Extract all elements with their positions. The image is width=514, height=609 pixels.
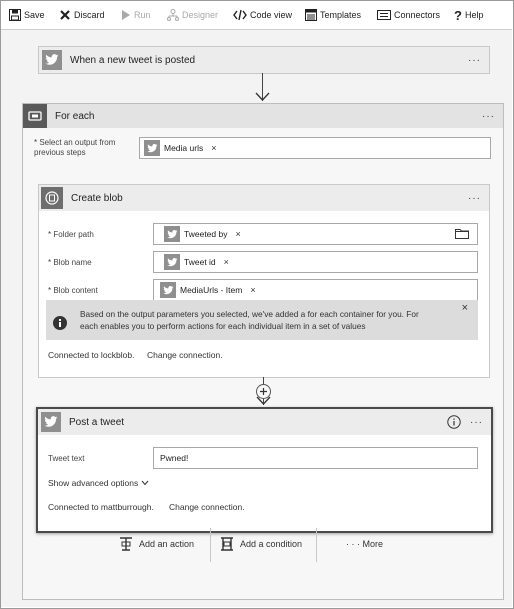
info-close-button[interactable]: × bbox=[462, 302, 468, 314]
show-advanced-label: Show advanced options bbox=[48, 478, 139, 488]
code-icon bbox=[233, 9, 247, 21]
foreach-title: For each bbox=[55, 110, 95, 122]
code-view-label: Code view bbox=[250, 10, 293, 20]
templates-label: Templates bbox=[320, 10, 362, 20]
discard-button[interactable]: Discard bbox=[59, 8, 105, 22]
toolbar: Save Discard Run Designer Code view Temp… bbox=[1, 1, 512, 30]
tweet-connection-text: Connected to mattburrough. bbox=[48, 502, 154, 512]
blob-name-label: * Blob name bbox=[48, 258, 92, 267]
blob-storage-icon bbox=[41, 187, 63, 209]
twitter-icon bbox=[164, 254, 180, 270]
more-button[interactable]: · · · More bbox=[346, 535, 383, 553]
divider bbox=[316, 528, 317, 562]
twitter-icon bbox=[160, 282, 176, 298]
save-icon bbox=[9, 9, 21, 21]
templates-button[interactable]: Templates bbox=[305, 8, 361, 22]
remove-token-button[interactable]: × bbox=[250, 285, 255, 295]
mediaurls-item-label: MediaUrls - Item bbox=[180, 285, 243, 295]
discard-label: Discard bbox=[74, 10, 105, 20]
more-label: · · · More bbox=[346, 539, 383, 549]
blob-name-field[interactable]: Tweet id × bbox=[153, 251, 478, 273]
blob-content-label: * Blob content bbox=[48, 286, 98, 295]
select-output-label: * Select an output from previous steps bbox=[34, 138, 116, 157]
mediaurls-item-token[interactable]: MediaUrls - Item × bbox=[160, 282, 256, 298]
tweet-text-value: Pwned! bbox=[160, 453, 189, 463]
post-tweet-card[interactable]: Post a tweet ··· bbox=[36, 407, 493, 533]
twitter-icon bbox=[164, 226, 180, 242]
media-urls-label: Media urls bbox=[164, 143, 204, 153]
run-button[interactable]: Run bbox=[121, 8, 151, 22]
divider bbox=[210, 528, 211, 562]
foreach-menu-button[interactable]: ··· bbox=[482, 111, 495, 122]
designer-icon bbox=[167, 9, 179, 21]
tweet-id-label: Tweet id bbox=[184, 257, 216, 267]
plus-icon bbox=[260, 388, 267, 395]
twitter-icon bbox=[144, 140, 160, 156]
tweet-id-token[interactable]: Tweet id × bbox=[164, 254, 229, 270]
add-action-label: Add an action bbox=[139, 539, 195, 549]
folder-path-field[interactable]: Tweeted by × bbox=[153, 223, 478, 245]
arrow-down-icon bbox=[256, 396, 271, 405]
tweeted-by-token[interactable]: Tweeted by × bbox=[164, 226, 241, 242]
twitter-icon bbox=[42, 50, 62, 70]
loop-icon bbox=[23, 104, 47, 128]
folder-path-label: * Folder path bbox=[48, 230, 94, 239]
create-blob-menu-button[interactable]: ··· bbox=[468, 193, 481, 204]
post-tweet-menu-button[interactable]: ··· bbox=[470, 417, 483, 428]
add-condition-label: Add a condition bbox=[240, 539, 303, 549]
info-text-line2: each enables you to perform actions for … bbox=[80, 321, 366, 331]
trigger-menu-button[interactable]: ··· bbox=[468, 55, 481, 66]
tweet-text-label: Tweet text bbox=[48, 454, 85, 463]
help-icon: ? bbox=[454, 7, 462, 23]
trigger-card[interactable]: When a new tweet is posted ··· bbox=[38, 46, 490, 74]
select-output-field[interactable]: Media urls × bbox=[139, 137, 491, 159]
folder-icon[interactable] bbox=[455, 228, 469, 239]
connectors-icon bbox=[377, 10, 391, 20]
play-icon bbox=[122, 10, 130, 20]
chevron-down-icon bbox=[141, 480, 149, 486]
info-message: Based on the output parameters you selec… bbox=[46, 300, 478, 340]
code-view-button[interactable]: Code view bbox=[233, 8, 292, 22]
create-blob-title: Create blob bbox=[71, 192, 123, 204]
save-button[interactable]: Save bbox=[9, 8, 45, 22]
designer-label: Designer bbox=[182, 10, 219, 20]
show-advanced-options[interactable]: Show advanced options bbox=[48, 478, 149, 488]
blob-change-connection-link[interactable]: Change connection. bbox=[147, 350, 223, 360]
tweet-change-connection-link[interactable]: Change connection. bbox=[169, 502, 245, 512]
connectors-button[interactable]: Connectors bbox=[377, 8, 440, 22]
help-button[interactable]: ? Help bbox=[454, 7, 484, 23]
connectors-label: Connectors bbox=[394, 10, 441, 20]
remove-token-button[interactable]: × bbox=[224, 257, 229, 267]
add-condition-button[interactable]: Add a condition bbox=[220, 535, 302, 553]
info-text-line1: Based on the output parameters you selec… bbox=[80, 309, 419, 319]
remove-token-button[interactable]: × bbox=[211, 143, 216, 153]
add-action-icon bbox=[120, 537, 132, 551]
close-icon bbox=[60, 10, 70, 20]
blob-content-field[interactable]: MediaUrls - Item × bbox=[153, 279, 478, 301]
help-label: Help bbox=[464, 10, 484, 20]
media-urls-token[interactable]: Media urls × bbox=[144, 140, 216, 156]
designer-button[interactable]: Designer bbox=[167, 8, 218, 22]
blob-connection-text: Connected to lockblob. bbox=[48, 350, 135, 360]
post-tweet-title: Post a tweet bbox=[69, 416, 125, 428]
arrow-down-icon bbox=[255, 92, 270, 101]
save-label: Save bbox=[24, 10, 45, 20]
info-icon[interactable] bbox=[447, 415, 461, 429]
info-icon bbox=[53, 316, 67, 330]
add-condition-icon bbox=[221, 537, 233, 551]
tweeted-by-label: Tweeted by bbox=[184, 229, 228, 239]
add-action-button[interactable]: Add an action bbox=[119, 535, 194, 553]
run-label: Run bbox=[134, 10, 151, 20]
trigger-title: When a new tweet is posted bbox=[70, 54, 196, 66]
templates-icon bbox=[305, 9, 317, 21]
twitter-icon bbox=[41, 412, 61, 432]
remove-token-button[interactable]: × bbox=[235, 229, 240, 239]
tweet-text-input[interactable]: Pwned! bbox=[153, 447, 478, 469]
